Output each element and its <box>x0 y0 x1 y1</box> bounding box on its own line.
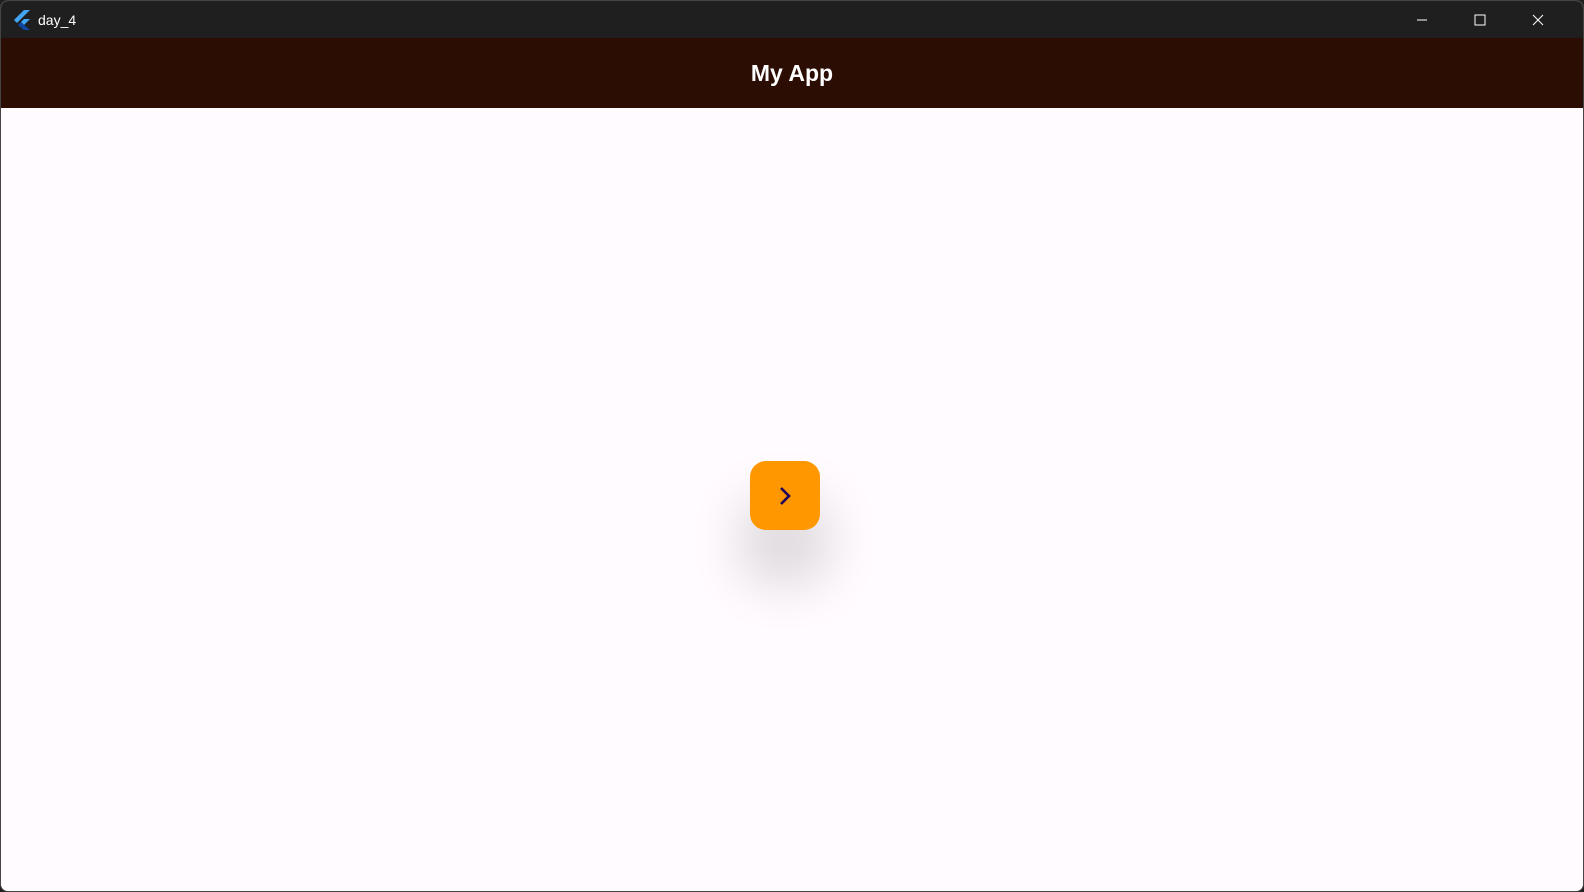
maximize-icon <box>1474 14 1486 25</box>
app-bar-title: My App <box>750 59 834 86</box>
app-window: day_4 My App <box>0 0 1584 892</box>
page-body <box>1 108 1583 891</box>
title-bar[interactable]: day_4 <box>1 1 1583 38</box>
minimize-button[interactable] <box>1393 1 1451 38</box>
window-title: day_4 <box>38 12 77 28</box>
next-button[interactable] <box>750 461 820 530</box>
maximize-button[interactable] <box>1451 1 1509 38</box>
chevron-right-icon <box>780 486 791 505</box>
app-bar: My App <box>1 38 1583 108</box>
flutter-logo-icon <box>14 10 30 30</box>
close-icon <box>1532 14 1544 25</box>
minimize-icon <box>1417 19 1427 20</box>
close-button[interactable] <box>1509 1 1567 38</box>
